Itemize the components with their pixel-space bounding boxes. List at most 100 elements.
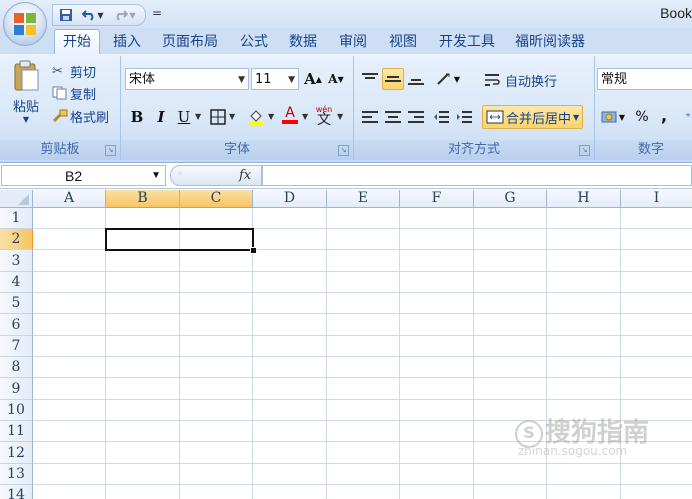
chevron-down-icon[interactable]: ▼ [268,112,274,121]
font-color-button[interactable]: A [279,104,301,126]
paste-button[interactable]: 粘贴 ▼ [6,60,46,132]
bold-button[interactable]: B [126,106,148,128]
tab-page-layout[interactable]: 页面布局 [162,30,218,54]
grow-font-button[interactable]: A ▲ [302,68,324,90]
row-header-10[interactable]: 10 [0,400,33,421]
row-header-9[interactable]: 9 [0,378,33,400]
tab-data[interactable]: 数据 [289,30,317,54]
row-header-11[interactable]: 11 [0,421,33,442]
fill-handle[interactable] [250,247,257,254]
chevron-down-icon[interactable]: ▼ [302,112,308,121]
increase-indent-button[interactable] [453,106,475,128]
tab-insert[interactable]: 插入 [113,30,141,54]
alignment-group: ▼ 自动换行 合并后居中 ▼ 对齐方式 ↘ [354,56,595,160]
font-name-select[interactable]: 宋体 ▼ [125,68,249,90]
row-header-7[interactable]: 7 [0,336,33,357]
column-header-i[interactable]: I [621,190,692,208]
row-header-14[interactable]: 14 [0,485,33,499]
row-header-1[interactable]: 1 [0,208,33,229]
undo-icon[interactable]: ▼ [79,6,107,24]
row-header-6[interactable]: 6 [0,314,33,336]
tab-view[interactable]: 视图 [389,30,417,54]
alignment-dialog-launcher[interactable]: ↘ [579,145,590,156]
underline-button[interactable]: U [173,106,195,128]
tab-foxit-reader[interactable]: 福昕阅读器 [515,30,585,54]
comma-style-button[interactable]: , [653,104,675,126]
phonetic-guide-button[interactable]: wén 文 [313,104,335,127]
merge-center-button[interactable]: 合并后居中 ▼ [482,105,584,129]
column-header-e[interactable]: E [327,190,400,208]
number-format-select[interactable]: 常规 [597,68,692,90]
worksheet-grid[interactable]: A B C D E F G H I 1 2 3 4 5 6 7 8 9 10 1… [0,190,692,499]
tab-developer[interactable]: 开发工具 [439,30,495,54]
wrap-text-icon [485,74,500,86]
column-header-c[interactable]: C [180,190,253,208]
copy-button[interactable]: 复制 [52,83,96,103]
chevron-down-icon[interactable]: ▼ [337,112,343,121]
column-header-b[interactable]: B [106,190,180,208]
column-header-h[interactable]: H [547,190,621,208]
column-header-f[interactable]: F [400,190,474,208]
align-left-button[interactable] [359,106,381,128]
clipboard-group: 粘贴 ▼ ✂ 剪切 复制 格式刷 剪贴板 ↘ [0,56,121,160]
paint-bucket-icon [249,110,263,125]
align-bottom-icon [408,79,424,85]
column-header-d[interactable]: D [253,190,327,208]
row-header-2[interactable]: 2 [0,229,33,250]
select-all-icon [18,194,29,205]
align-right-button[interactable] [405,106,427,128]
ribbon-tabs: 开始 插入 页面布局 公式 数据 审阅 视图 开发工具 福昕阅读器 [0,28,692,55]
decrease-indent-button[interactable] [430,106,452,128]
orientation-button[interactable]: ▼ [433,68,463,90]
cut-button[interactable]: ✂ 剪切 [52,61,96,81]
italic-button[interactable]: I [150,106,172,128]
align-top-icon [362,73,378,79]
office-button[interactable] [3,2,47,46]
grid-line [33,335,692,336]
tab-formulas[interactable]: 公式 [240,30,268,54]
font-size-select[interactable]: 11 ▼ [251,68,299,90]
watermark-url: zhinan.sogou.com [518,444,628,458]
accounting-format-button[interactable]: ▼ [599,106,627,128]
clipboard-dialog-launcher[interactable]: ↘ [105,145,116,156]
formula-input[interactable] [262,165,692,186]
align-bottom-button[interactable] [405,68,427,90]
chevron-down-icon: ▼ [22,115,30,124]
name-box[interactable]: B2 ▼ [1,165,166,186]
column-header-g[interactable]: G [474,190,547,208]
chevron-down-icon[interactable]: ▼ [151,166,161,186]
row-header-12[interactable]: 12 [0,442,33,464]
office-logo-icon [14,13,36,35]
row-header-4[interactable]: 4 [0,272,33,293]
row-header-3[interactable]: 3 [0,250,33,272]
paintbrush-icon [52,109,68,123]
align-center-button[interactable] [382,106,404,128]
customize-qat-button[interactable]: = [152,6,162,20]
fill-color-button[interactable] [245,106,267,128]
chevron-down-icon[interactable]: ▼ [195,112,201,121]
row-header-8[interactable]: 8 [0,357,33,378]
insert-function-button[interactable]: fx [239,166,251,186]
percent-style-button[interactable]: % [631,106,653,128]
tab-home[interactable]: 开始 [54,29,100,55]
shrink-font-button[interactable]: A ▼ [325,68,347,90]
save-icon[interactable] [57,6,75,24]
format-painter-button[interactable]: 格式刷 [52,106,109,126]
row-header-5[interactable]: 5 [0,293,33,314]
copy-icon [52,86,67,100]
row-header-13[interactable]: 13 [0,464,33,485]
tab-review[interactable]: 审阅 [339,30,367,54]
column-header-a[interactable]: A [33,190,106,208]
align-top-button[interactable] [359,68,381,90]
align-middle-button[interactable] [382,68,404,90]
ribbon: 粘贴 ▼ ✂ 剪切 复制 格式刷 剪贴板 ↘ 宋体 ▼ 11 ▼ A ▲ A ▼… [0,54,692,163]
redo-icon[interactable]: ▼ [111,6,139,24]
chevron-down-icon: ▼ [573,112,580,122]
borders-button[interactable] [207,106,229,128]
select-all-button[interactable] [0,190,33,208]
increase-decimal-button[interactable]: ⁺ [677,106,692,128]
selected-range-b2-c2[interactable] [105,228,254,251]
wrap-text-button[interactable]: 自动换行 [484,69,557,91]
chevron-down-icon[interactable]: ▼ [229,112,235,121]
font-dialog-launcher[interactable]: ↘ [338,145,349,156]
